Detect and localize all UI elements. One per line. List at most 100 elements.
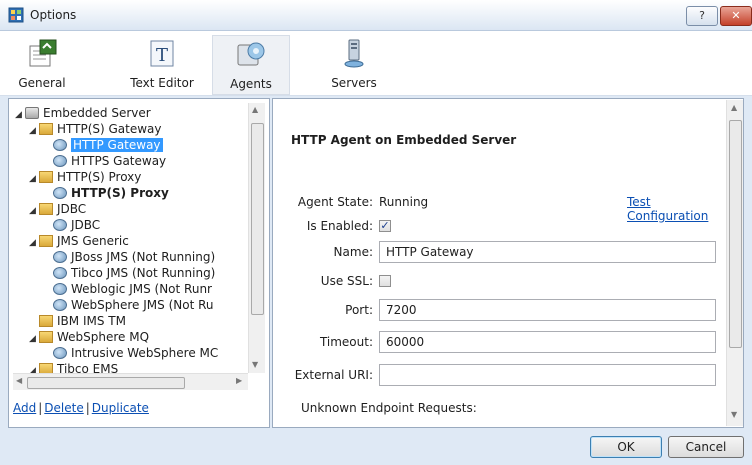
name-input[interactable]: HTTP Gateway [379, 241, 716, 263]
agent-state-label: Agent State: [297, 195, 373, 209]
separator: | [85, 401, 90, 415]
expand-arrow-icon[interactable]: ◢ [29, 123, 39, 139]
tree-node[interactable]: ◢ Embedded Server [15, 105, 151, 121]
help-button[interactable]: ? [686, 6, 718, 26]
tab-agents[interactable]: Agents [212, 35, 290, 95]
options-app-icon [8, 7, 24, 23]
folder-icon [39, 123, 53, 135]
agent-detail-pane: HTTP Agent on Embedded Server Agent Stat… [272, 98, 744, 428]
servers-icon [344, 39, 364, 68]
tree-node-label: HTTPS Gateway [71, 154, 167, 168]
text-editor-icon: T [150, 40, 174, 67]
expand-arrow-icon[interactable]: ◢ [29, 235, 39, 251]
agent-state-row: Agent State: Running Test Configuration [273, 191, 725, 223]
tree-node[interactable]: ◢ WebSphere MQ [29, 329, 149, 345]
title-bar: Options ? ✕ [0, 0, 752, 31]
agent-tree-pane: ◢ Embedded Server ◢ HTTP(S) Gateway HTTP Gat… [8, 98, 270, 428]
duplicate-link[interactable]: Duplicate [92, 401, 149, 415]
tree-node[interactable]: WebSphere JMS (Not Ru [43, 297, 214, 313]
expand-arrow-icon[interactable]: ◢ [29, 331, 39, 347]
add-link[interactable]: Add [13, 401, 36, 415]
tree-node-label: JBoss JMS (Not Running) [71, 250, 216, 264]
tree-node-label: IBM IMS TM [57, 314, 126, 328]
separator: | [38, 401, 43, 415]
tree-node[interactable]: HTTP Gateway [43, 137, 163, 153]
scroll-right-icon[interactable]: ▶ [236, 376, 242, 385]
tab-servers-label: Servers [331, 76, 377, 90]
name-row: Name: HTTP Gateway [273, 241, 725, 265]
port-input[interactable]: 7200 [379, 299, 716, 321]
tab-text-editor-label: Text Editor [130, 76, 194, 90]
tree-node[interactable]: Tibco JMS (Not Running) [43, 265, 215, 281]
tree-actions: Add | Delete | Duplicate [13, 401, 149, 415]
timeout-row: Timeout: 60000 [273, 331, 725, 355]
tab-servers[interactable]: Servers [322, 35, 386, 93]
tab-agents-label: Agents [230, 77, 272, 91]
tree-node[interactable]: Intrusive WebSphere MC [43, 345, 218, 361]
close-button[interactable]: ✕ [720, 6, 752, 26]
use-ssl-label: Use SSL: [320, 274, 373, 288]
expand-arrow-icon[interactable]: ◢ [29, 203, 39, 219]
tree-node[interactable]: ◢ JMS Generic [29, 233, 129, 249]
detail-heading: HTTP Agent on Embedded Server [291, 133, 517, 147]
scroll-down-icon[interactable]: ▼ [252, 360, 258, 369]
tree-node[interactable]: JBoss JMS (Not Running) [43, 249, 215, 265]
scroll-up-icon[interactable]: ▲ [731, 103, 737, 112]
tree-node-label: WebSphere MQ [57, 330, 150, 344]
tree-node-label: Tibco JMS (Not Running) [71, 266, 216, 280]
use-ssl-row: Use SSL: [273, 270, 725, 294]
detail-vertical-scrollbar[interactable]: ▲ ▼ [726, 100, 743, 426]
agent-tree[interactable]: ◢ Embedded Server ◢ HTTP(S) Gateway HTTP Gat… [13, 103, 251, 373]
tab-text-editor[interactable]: T Text Editor [124, 35, 200, 93]
scroll-thumb[interactable] [27, 377, 185, 389]
scroll-thumb[interactable] [729, 120, 742, 348]
agent-icon [53, 347, 67, 359]
folder-icon [39, 203, 53, 215]
tree-node[interactable]: ◢ HTTP(S) Gateway [29, 121, 162, 137]
folder-icon [39, 315, 53, 327]
tab-general-label: General [18, 76, 66, 90]
tree-node[interactable]: ◢ JDBC [29, 201, 86, 217]
name-label: Name: [333, 245, 373, 259]
tree-node[interactable]: JDBC [43, 217, 100, 233]
tree-node[interactable]: HTTPS Gateway [43, 153, 166, 169]
agent-icon [53, 299, 67, 311]
folder-icon [39, 235, 53, 247]
agent-icon [53, 139, 67, 151]
expand-arrow-icon[interactable]: ◢ [29, 171, 39, 187]
cancel-button[interactable]: Cancel [668, 436, 744, 458]
external-uri-input[interactable] [379, 364, 716, 386]
tree-node-label: Intrusive WebSphere MC [71, 346, 219, 360]
tree-node-label: HTTP(S) Proxy [71, 186, 169, 200]
expand-arrow-icon[interactable]: ◢ [29, 363, 39, 373]
scroll-down-icon[interactable]: ▼ [731, 410, 737, 419]
scroll-thumb[interactable] [251, 123, 264, 315]
tab-general[interactable]: General [10, 35, 74, 93]
tree-node[interactable]: ◢ Tibco EMS [29, 361, 118, 373]
use-ssl-checkbox[interactable] [379, 275, 391, 287]
expand-arrow-icon[interactable]: ◢ [15, 107, 25, 123]
tree-vertical-scrollbar[interactable]: ▲ ▼ [248, 103, 265, 373]
scroll-up-icon[interactable]: ▲ [252, 105, 258, 114]
delete-link[interactable]: Delete [44, 401, 83, 415]
scroll-left-icon[interactable]: ◀ [16, 376, 22, 385]
tree-node-label: HTTP(S) Proxy [57, 170, 142, 184]
tree-node-label: WebSphere JMS (Not Ru [71, 298, 214, 312]
tree-node[interactable]: IBM IMS TM [29, 313, 126, 329]
port-row: Port: 7200 [273, 299, 725, 323]
tree-node[interactable]: HTTP(S) Proxy [43, 185, 169, 201]
content-area: ◢ Embedded Server ◢ HTTP(S) Gateway HTTP Gat… [8, 98, 744, 428]
window-title: Options [30, 8, 77, 22]
tree-horizontal-scrollbar[interactable]: ◀ ▶ [13, 373, 248, 390]
tree-node-label: Tibco EMS [57, 362, 119, 373]
is-enabled-checkbox[interactable]: ✓ [379, 220, 391, 232]
timeout-input[interactable]: 60000 [379, 331, 716, 353]
tree-node-label: HTTP(S) Gateway [57, 122, 162, 136]
tree-node-label: HTTP Gateway [71, 138, 163, 152]
tree-node[interactable]: ◢ HTTP(S) Proxy [29, 169, 141, 185]
external-uri-label: External URI: [294, 368, 373, 382]
tree-node[interactable]: Weblogic JMS (Not Runr [43, 281, 212, 297]
ok-button[interactable]: OK [590, 436, 662, 458]
agent-icon [53, 251, 67, 263]
external-uri-row: External URI: [273, 364, 725, 388]
